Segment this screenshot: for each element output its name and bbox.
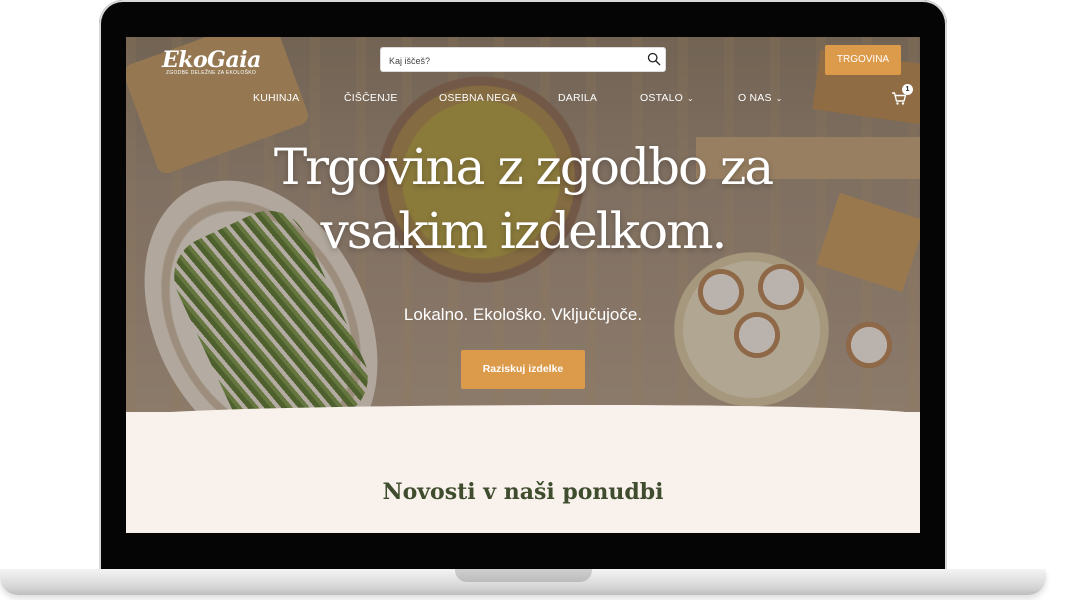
nav-item-o-nas[interactable]: O NAS ⌄ bbox=[738, 92, 783, 104]
laptop-notch bbox=[455, 569, 592, 582]
search-icon[interactable] bbox=[647, 52, 661, 66]
explore-products-button[interactable]: Raziskuj izdelke bbox=[461, 350, 585, 389]
shop-button[interactable]: TRGOVINA bbox=[825, 45, 901, 75]
search-input[interactable] bbox=[381, 48, 651, 73]
search-bar bbox=[380, 47, 666, 73]
hero-subtitle: Lokalno. Ekološko. Vključujoče. bbox=[403, 305, 643, 324]
hero-title-line: vsakim izdelkom. bbox=[320, 202, 728, 260]
chevron-down-icon: ⌄ bbox=[775, 94, 783, 103]
nav-item-label: O NAS bbox=[738, 92, 772, 104]
nav-item-osebna-nega[interactable]: OSEBNA NEGA bbox=[439, 92, 517, 104]
logo-tagline: ZGODBE DELEŽNE ZA EKOLOŠKO bbox=[166, 70, 257, 76]
nav-item-ostalo[interactable]: OSTALO ⌄ bbox=[640, 92, 694, 104]
nav-item-ciscenje[interactable]: ČIŠČENJE bbox=[344, 92, 398, 104]
nav-item-label: ČIŠČENJE bbox=[344, 92, 398, 104]
nav-item-label: OSEBNA NEGA bbox=[439, 92, 518, 104]
hero-banner: EkoGaia ZGODBE DELEŽNE ZA EKOLOŠKO TRGOV… bbox=[126, 37, 920, 412]
chevron-down-icon: ⌄ bbox=[687, 94, 694, 103]
hero-title-line: Trgovina z zgodbo za bbox=[273, 138, 774, 196]
nav-item-label: DARILA bbox=[558, 92, 598, 104]
cart-count-badge: 1 bbox=[902, 84, 913, 95]
main-nav: KUHINJA ČIŠČENJE OSEBNA NEGA DARILA OSTA… bbox=[126, 92, 920, 106]
website-screen: EkoGaia ZGODBE DELEŽNE ZA EKOLOŠKO TRGOV… bbox=[126, 37, 920, 533]
nav-item-label: OSTALO bbox=[640, 92, 684, 104]
nav-item-darila[interactable]: DARILA bbox=[558, 92, 597, 104]
section-title: Novosti v naši ponudbi bbox=[382, 479, 664, 505]
nav-item-kuhinja[interactable]: KUHINJA bbox=[253, 92, 299, 104]
nav-item-label: KUHINJA bbox=[253, 92, 300, 104]
hero-title: Trgovina z zgodbo za vsakim izdelkom. bbox=[126, 135, 920, 263]
